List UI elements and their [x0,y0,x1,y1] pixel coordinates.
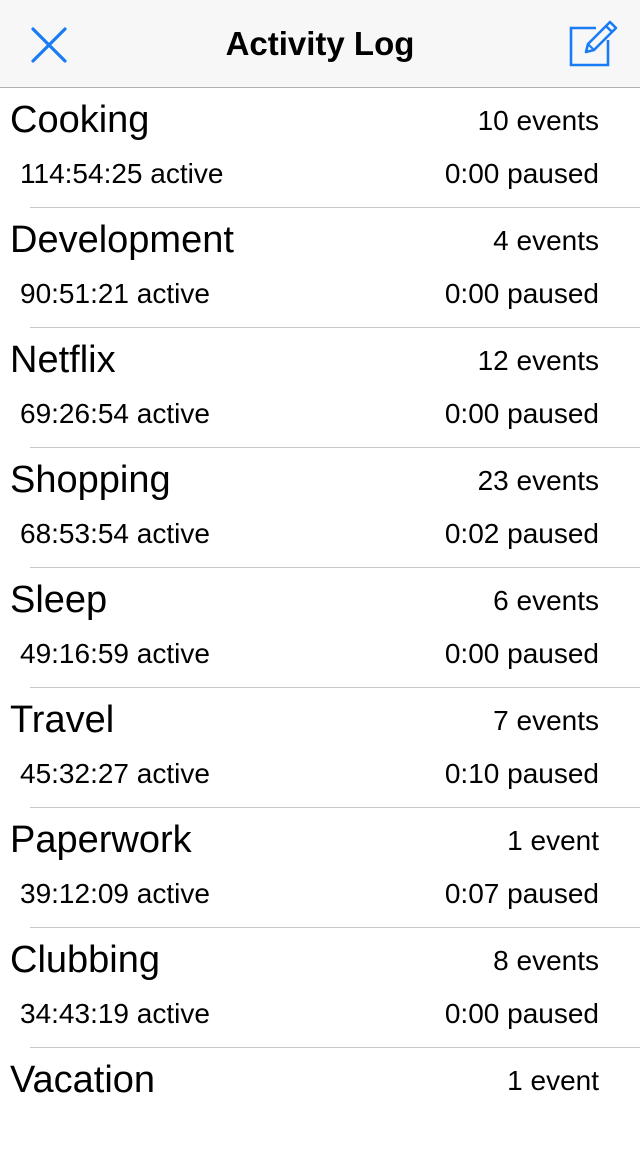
compose-button[interactable] [566,16,620,70]
activity-list: Cooking 10 events 114:54:25 active 0:00 … [0,88,640,1168]
event-count: 23 events [477,465,599,496]
event-count: 8 events [493,945,599,976]
activity-row-netflix[interactable]: Netflix 12 events 69:26:54 active 0:00 p… [0,328,640,448]
active-time: 45:32:27 active [20,758,210,789]
active-time: 68:53:54 active [20,518,210,549]
activity-row-cooking[interactable]: Cooking 10 events 114:54:25 active 0:00 … [0,88,640,208]
activity-row-sleep[interactable]: Sleep 6 events 49:16:59 active 0:00 paus… [0,568,640,688]
paused-time: 0:00 paused [444,278,599,309]
activity-row-travel[interactable]: Travel 7 events 45:32:27 active 0:10 pau… [0,688,640,808]
active-time: 114:54:25 active [20,158,224,189]
paused-time: 0:02 paused [444,518,599,549]
event-count: 1 event [507,1065,599,1096]
event-count: 6 events [493,585,599,616]
activity-name: Shopping [10,459,171,501]
event-count: 12 events [477,345,599,376]
activity-row-vacation[interactable]: Vacation 1 event [0,1048,640,1168]
activity-name: Cooking [10,99,150,141]
event-count: 1 event [507,825,599,856]
event-count: 10 events [477,105,599,136]
activity-name: Netflix [10,339,116,381]
active-time: 49:16:59 active [20,638,210,669]
activity-row-development[interactable]: Development 4 events 90:51:21 active 0:0… [0,208,640,328]
paused-time: 0:00 paused [444,398,599,429]
page-title: Activity Log [225,25,415,62]
paused-time: 0:00 paused [444,638,599,669]
activity-row-paperwork[interactable]: Paperwork 1 event 39:12:09 active 0:07 p… [0,808,640,928]
active-time: 69:26:54 active [20,398,210,429]
navigation-bar: Activity Log [0,0,640,88]
paused-time: 0:00 paused [444,158,599,189]
active-time: 39:12:09 active [20,878,210,909]
activity-name: Travel [10,699,115,741]
active-time: 34:43:19 active [20,998,210,1029]
event-count: 7 events [493,705,599,736]
activity-name: Development [10,219,234,261]
paused-time: 0:10 paused [444,758,599,789]
activity-row-shopping[interactable]: Shopping 23 events 68:53:54 active 0:02 … [0,448,640,568]
activity-name: Sleep [10,579,108,621]
activity-name: Paperwork [10,819,192,861]
active-time: 90:51:21 active [20,278,210,309]
activity-row-clubbing[interactable]: Clubbing 8 events 34:43:19 active 0:00 p… [0,928,640,1048]
paused-time: 0:07 paused [444,878,599,909]
compose-icon [569,20,618,67]
event-count: 4 events [493,225,599,256]
activity-name: Vacation [10,1059,156,1101]
activity-name: Clubbing [10,939,160,981]
paused-time: 0:00 paused [444,998,599,1029]
